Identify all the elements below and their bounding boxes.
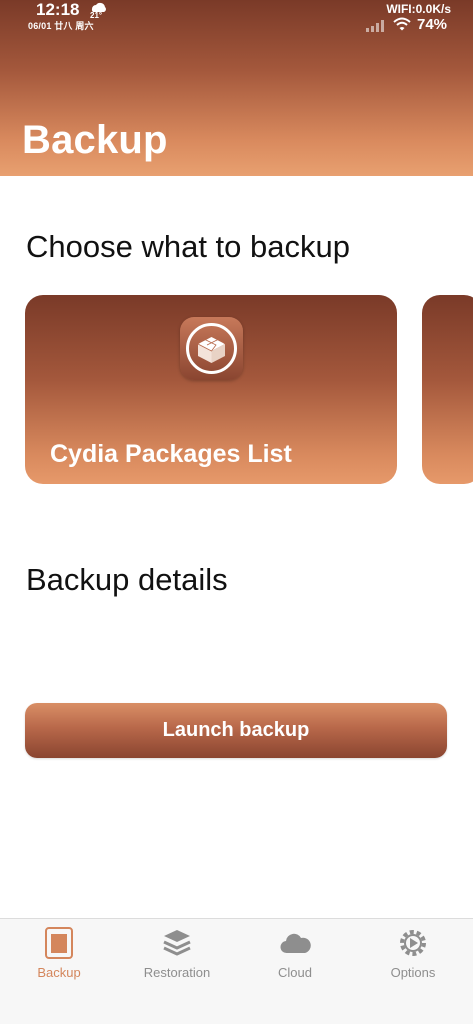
card-label: Cydia Packages List — [50, 440, 292, 468]
tab-cloud[interactable]: Cloud — [236, 919, 354, 999]
status-time: 12:18 — [36, 0, 80, 19]
backup-option-card-cydia[interactable]: Cydia Packages List — [25, 295, 397, 484]
details-section-title: Backup details — [26, 562, 228, 597]
page-title: Backup — [22, 118, 168, 162]
launch-backup-button[interactable]: Launch backup — [25, 703, 447, 758]
layers-icon — [163, 930, 191, 956]
signal-icon — [366, 20, 384, 32]
tab-label-backup: Backup — [37, 965, 81, 980]
gear-icon — [400, 930, 426, 956]
backup-option-card-next[interactable] — [422, 295, 473, 484]
tab-options[interactable]: Options — [354, 919, 472, 999]
tab-label-cloud: Cloud — [278, 965, 312, 980]
tab-label-restoration: Restoration — [143, 965, 211, 980]
tab-restoration[interactable]: Restoration — [118, 919, 236, 999]
cloud-icon — [280, 933, 311, 954]
wifi-icon — [393, 17, 411, 31]
backup-icon — [45, 927, 73, 959]
cydia-box-icon — [180, 317, 243, 380]
status-wifi-speed: WIFI:0.0K/s — [386, 2, 451, 16]
header: 12:18 06/01 廿八 周六 21° WIFI:0.0K/s 74% Ba… — [0, 0, 473, 176]
status-temperature: 21° — [90, 11, 103, 20]
tab-label-options: Options — [390, 965, 436, 980]
battery-percentage: 74% — [417, 16, 448, 33]
tab-bar: Backup Restoration Cloud Options — [0, 918, 473, 1024]
tab-backup[interactable]: Backup — [0, 919, 118, 999]
status-date: 06/01 廿八 周六 — [28, 21, 94, 31]
choose-section-title: Choose what to backup — [26, 229, 350, 264]
